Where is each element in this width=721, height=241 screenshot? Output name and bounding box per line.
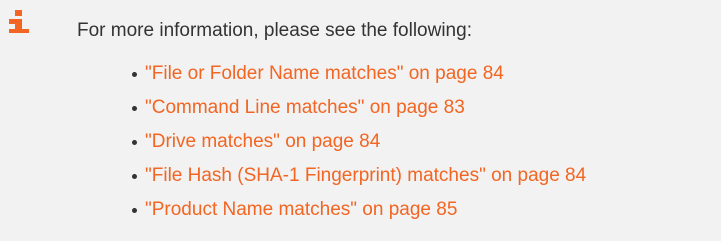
intro-text: For more information, please see the fol… — [77, 20, 472, 41]
info-icon — [6, 8, 32, 34]
list-item: "File Hash (SHA-1 Fingerprint) matches" … — [132, 165, 586, 199]
bullet — [132, 106, 137, 111]
link-file-or-folder-name-matches[interactable]: "File or Folder Name matches" on page 84 — [145, 63, 504, 84]
bullet — [132, 72, 137, 77]
list-item: "Command Line matches" on page 83 — [132, 97, 586, 131]
link-drive-matches[interactable]: "Drive matches" on page 84 — [145, 131, 380, 152]
list-item: "Drive matches" on page 84 — [132, 131, 586, 165]
link-file-hash-matches[interactable]: "File Hash (SHA-1 Fingerprint) matches" … — [145, 165, 586, 186]
link-product-name-matches[interactable]: "Product Name matches" on page 85 — [145, 199, 457, 220]
bullet — [132, 208, 137, 213]
list-item: "File or Folder Name matches" on page 84 — [132, 63, 586, 97]
bullet — [132, 174, 137, 179]
list-item: "Product Name matches" on page 85 — [132, 199, 586, 233]
bullet — [132, 140, 137, 145]
link-command-line-matches[interactable]: "Command Line matches" on page 83 — [145, 97, 465, 118]
reference-link-list: "File or Folder Name matches" on page 84… — [132, 63, 586, 233]
